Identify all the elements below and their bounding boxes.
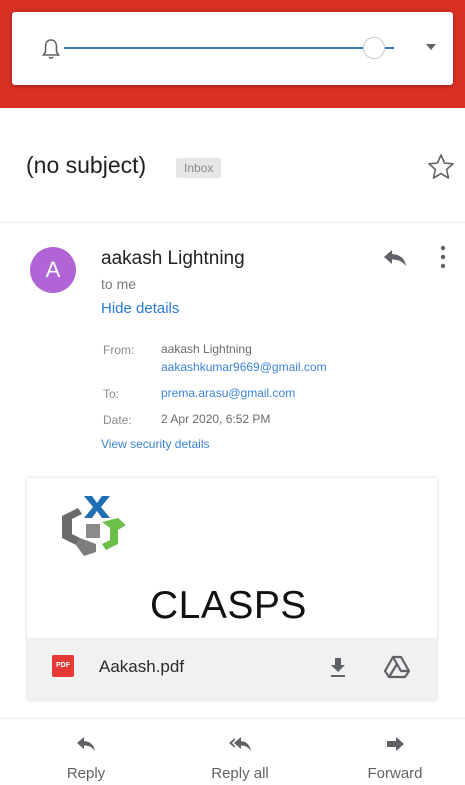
reply-label: Reply (66, 765, 106, 782)
reply-all-label: Reply all (211, 765, 269, 782)
reply-button[interactable]: Reply (31, 735, 141, 782)
bell-icon[interactable] (40, 37, 62, 61)
divider (0, 718, 465, 719)
email-subject: (no subject) (26, 152, 147, 178)
volume-popup (12, 12, 453, 85)
to-email[interactable]: prema.arasu@gmail.com (161, 386, 295, 400)
inbox-label-badge[interactable]: Inbox (176, 158, 222, 178)
attachment-name[interactable]: Aakash.pdf (99, 657, 184, 677)
download-icon[interactable] (327, 655, 349, 679)
volume-slider-track[interactable] (64, 47, 394, 49)
forward-label: Forward (367, 765, 423, 782)
date-value: 2 Apr 2020, 6:52 PM (161, 412, 271, 426)
reply-all-button[interactable]: Reply all (185, 735, 295, 782)
chevron-down-icon[interactable] (424, 40, 438, 54)
to-label: To: (103, 387, 120, 401)
body-text: CLASPS (150, 584, 307, 627)
star-icon[interactable] (426, 152, 456, 182)
attachment-bar[interactable] (27, 638, 437, 700)
hide-details-link[interactable]: Hide details (101, 300, 179, 317)
forward-button[interactable]: Forward (340, 735, 450, 782)
app-bar-gap (0, 108, 465, 114)
volume-slider-thumb[interactable] (363, 37, 386, 59)
clasps-logo (62, 496, 126, 556)
sender-avatar[interactable]: A (30, 247, 76, 293)
reply-icon (77, 737, 95, 751)
divider (0, 222, 465, 223)
from-name: aakash Lightning (161, 342, 252, 356)
pdf-file-icon: PDF (52, 655, 74, 677)
view-security-details-link[interactable]: View security details (101, 437, 210, 451)
reply-all-icon (229, 737, 251, 751)
recipient-summary: to me (101, 276, 137, 292)
from-label: From: (103, 343, 135, 357)
save-to-drive-icon[interactable] (384, 655, 410, 679)
more-options-icon[interactable] (438, 244, 448, 270)
sender-name: aakash Lightning (101, 248, 245, 269)
reply-icon[interactable] (381, 247, 409, 269)
forward-icon (387, 737, 404, 751)
date-label: Date: (103, 413, 132, 427)
from-email[interactable]: aakashkumar9669@gmail.com (161, 360, 327, 374)
